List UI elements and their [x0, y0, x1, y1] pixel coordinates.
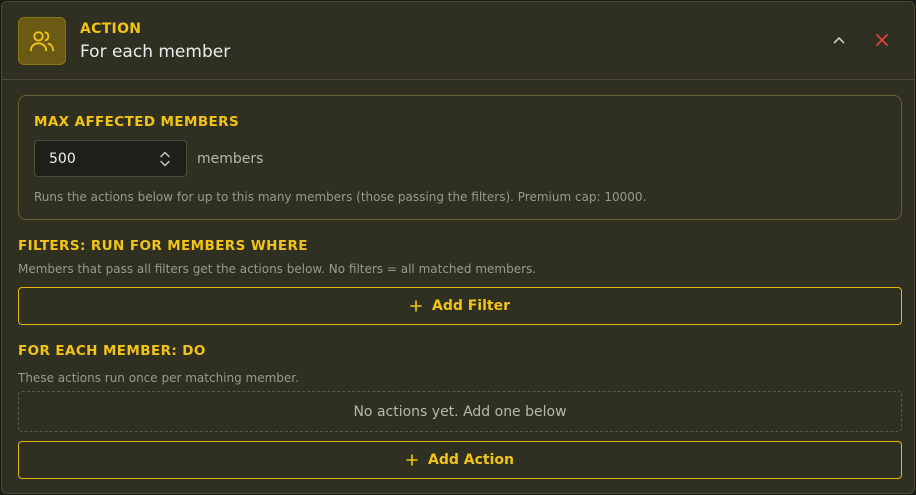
add-filter-button[interactable]: Add Filter: [18, 287, 902, 325]
remove-action-button[interactable]: [872, 30, 892, 50]
filters-help: Members that pass all filters get the ac…: [18, 262, 537, 276]
empty-actions-text: No actions yet. Add one below: [353, 403, 567, 420]
action-title: For each member: [80, 42, 231, 62]
add-action-label: Add Action: [428, 452, 514, 468]
plus-icon: [406, 454, 418, 466]
plus-icon: [410, 300, 422, 312]
close-icon: [876, 34, 888, 46]
max-members-value: 500: [49, 150, 76, 167]
filters-label: FILTERS: RUN FOR MEMBERS WHERE: [18, 238, 308, 254]
chevron-up-icon: [833, 37, 845, 44]
spinner-icon[interactable]: [158, 150, 172, 168]
add-action-button[interactable]: Add Action: [18, 441, 902, 479]
users-icon: [18, 17, 66, 65]
max-affected-section: MAX AFFECTED MEMBERS 500 members Runs th…: [18, 95, 902, 220]
add-filter-label: Add Filter: [431, 298, 510, 314]
max-affected-help: Runs the actions below for up to this ma…: [34, 190, 647, 204]
action-kicker: ACTION: [80, 21, 142, 37]
action-header: ACTION For each member: [2, 2, 914, 80]
members-unit: members: [197, 151, 264, 167]
max-affected-label: MAX AFFECTED MEMBERS: [34, 114, 240, 130]
collapse-button[interactable]: [829, 30, 849, 50]
action-card: ACTION For each member MAX AFFECTED MEMB…: [1, 1, 915, 494]
actions-empty-state: No actions yet. Add one below: [18, 391, 902, 432]
for-each-label: FOR EACH MEMBER: DO: [18, 343, 206, 359]
max-members-input[interactable]: 500: [34, 140, 187, 177]
for-each-help: These actions run once per matching memb…: [18, 371, 299, 385]
